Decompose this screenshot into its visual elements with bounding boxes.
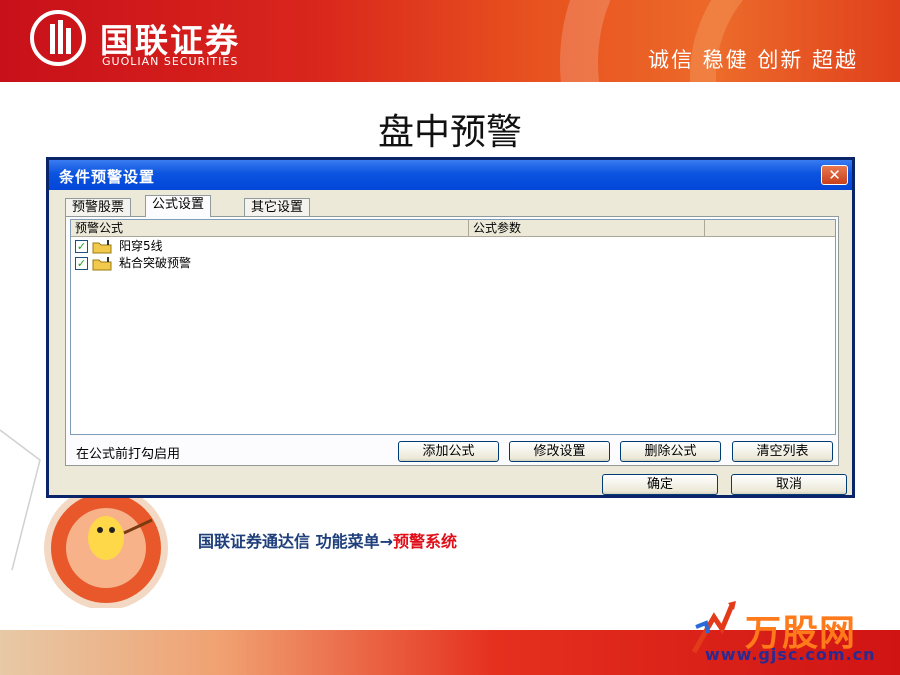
formula-folder-icon — [92, 240, 112, 254]
formula-list[interactable]: 预警公式 公式参数 ✓ 阳穿5线 ✓ 粘合突破预警 — [70, 219, 836, 435]
cancel-button[interactable]: 取消 — [731, 474, 847, 495]
slide-title: 盘中预警 — [377, 112, 522, 153]
delete-formula-button[interactable]: 删除公式 — [620, 441, 721, 462]
arrow-icon: → — [379, 532, 393, 551]
enable-hint: 在公式前打勾启用 — [76, 447, 181, 462]
add-formula-button[interactable]: 添加公式 — [398, 441, 499, 462]
checkbox-checked-icon[interactable]: ✓ — [75, 257, 88, 270]
brand-name-en: GUOLIAN SECURITIES — [102, 55, 239, 68]
modify-settings-button[interactable]: 修改设置 — [509, 441, 610, 462]
header-banner: 国联证券 GUOLIAN SECURITIES 诚信 稳健 创新 超越 — [0, 0, 900, 82]
formula-name: 粘合突破预警 — [119, 256, 192, 270]
slogan: 诚信 稳健 创新 超越 — [647, 48, 858, 72]
caption-highlight: 预警系统 — [392, 532, 457, 551]
logo-mark-icon — [30, 10, 86, 66]
checkbox-checked-icon[interactable]: ✓ — [75, 240, 88, 253]
ok-button[interactable]: 确定 — [602, 474, 718, 495]
close-button[interactable]: ✕ — [821, 165, 848, 185]
column-header-params[interactable]: 公式参数 — [469, 220, 705, 236]
column-header-empty — [705, 220, 835, 236]
alert-settings-dialog: 条件预警设置 ✕ 预警股票 公式设置 其它设置 预警公式 公式参数 ✓ 阳穿5线 — [46, 157, 855, 498]
dialog-titlebar[interactable]: 条件预警设置 ✕ — [49, 160, 852, 190]
dialog-title: 条件预警设置 — [59, 168, 156, 186]
formula-name: 阳穿5线 — [119, 239, 163, 253]
clear-list-button[interactable]: 清空列表 — [732, 441, 833, 462]
column-header-formula[interactable]: 预警公式 — [71, 220, 469, 236]
watermark-url: www.gjsc.com.cn — [705, 645, 876, 664]
formula-panel: 预警公式 公式参数 ✓ 阳穿5线 ✓ 粘合突破预警 在公式前打勾启用 添加公式 … — [65, 216, 839, 466]
tab-formula-settings[interactable]: 公式设置 — [145, 195, 212, 217]
caption-prefix: 国联证券通达信 功能菜单 — [198, 532, 380, 551]
tab-other-settings[interactable]: 其它设置 — [244, 198, 311, 217]
menu-path-caption: 国联证券通达信 功能菜单→预警系统 — [198, 528, 457, 552]
tab-alert-stocks[interactable]: 预警股票 — [65, 198, 132, 217]
formula-folder-icon — [92, 257, 112, 271]
list-header: 预警公式 公式参数 — [71, 220, 835, 237]
